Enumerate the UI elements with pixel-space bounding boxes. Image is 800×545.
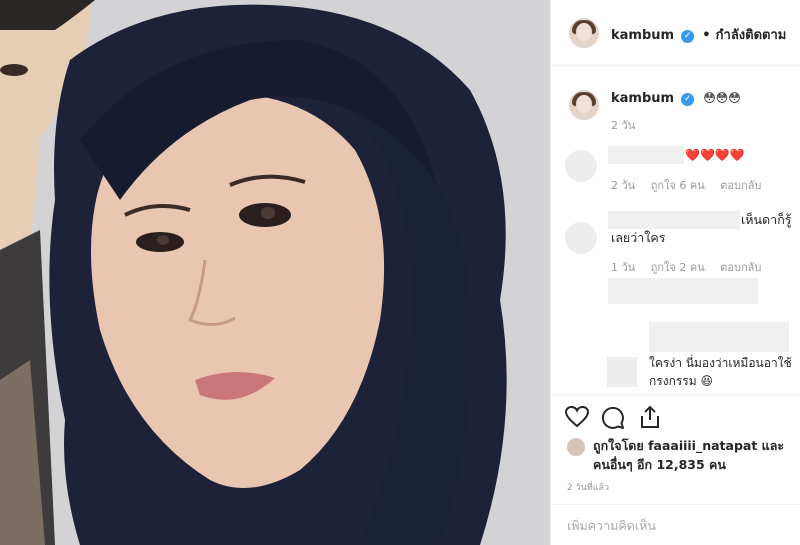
reply-button[interactable]: ตอบกลับ (720, 261, 761, 274)
comment-meta: 2 วัน ถูกใจ 6 คน ตอบกลับ (611, 176, 773, 194)
verified-badge-icon: ✓ (681, 93, 695, 106)
likes-line1: ถูกใจโดย faaaiiii_natapat และ (593, 438, 785, 453)
comment-text-line2: เลยว่าใคร (611, 230, 666, 245)
blurred-comment (608, 278, 758, 304)
comment-text-line1: ใครง่า นี่มองว่าเหมือนอาใช้ (649, 356, 792, 370)
header-separator: • (702, 28, 711, 43)
add-comment-bar (551, 504, 800, 545)
caption-text: 😳😳😳 (703, 91, 741, 105)
comment-time: 1 วัน (611, 261, 636, 274)
caption-time: 2 วัน (611, 119, 636, 132)
follow-status-button[interactable]: กำลังติดตาม (716, 28, 787, 43)
share-icon[interactable] (639, 405, 661, 433)
commenter-avatar[interactable] (607, 357, 637, 387)
caption-username[interactable]: kambum (611, 91, 674, 106)
post-photo[interactable] (0, 0, 550, 545)
comment-likes[interactable]: ถูกใจ 2 คน (651, 261, 705, 274)
blurred-username (608, 146, 684, 164)
comment-text-line2: กรงกรรม 😆 (649, 374, 713, 388)
liker-avatar (567, 438, 585, 456)
blurred-username (608, 211, 740, 229)
post-header: kambum ✓ • กำลังติดตาม (551, 0, 800, 66)
likes-summary[interactable]: ถูกใจโดย faaaiiii_natapat และ คนอื่นๆ อี… (567, 436, 784, 474)
comment-icon[interactable] (601, 406, 625, 434)
selfie-image (0, 0, 550, 545)
author-avatar[interactable] (569, 18, 599, 48)
blurred-comment (649, 322, 789, 352)
comment-text-line1: เห็นดาก็รู้ (741, 212, 792, 227)
reply-button[interactable]: ตอบกลับ (720, 179, 761, 192)
post-timestamp: 2 วันที่แล้ว (567, 483, 610, 493)
comment-text: ❤️❤️❤️❤️ (685, 148, 745, 162)
heart-icon[interactable] (564, 405, 590, 432)
commenter-avatar[interactable] (565, 222, 597, 254)
likes-line2: คนอื่นๆ อีก 12,835 คน (593, 457, 726, 472)
comment-time: 2 วัน (611, 179, 636, 192)
post-actions: ถูกใจโดย faaaiiii_natapat และ คนอื่นๆ อี… (551, 395, 800, 545)
add-comment-input[interactable] (567, 518, 767, 533)
caption-avatar[interactable] (569, 90, 599, 120)
verified-badge-icon: ✓ (681, 30, 695, 43)
comment-meta: 1 วัน ถูกใจ 2 คน ตอบกลับ (611, 258, 773, 276)
commenter-avatar[interactable] (565, 150, 597, 182)
author-username[interactable]: kambum (611, 28, 674, 43)
comment-likes[interactable]: ถูกใจ 6 คน (651, 179, 705, 192)
post-sidebar: kambum ✓ • กำลังติดตาม kambum ✓ 😳😳😳 2 วั… (550, 0, 800, 545)
